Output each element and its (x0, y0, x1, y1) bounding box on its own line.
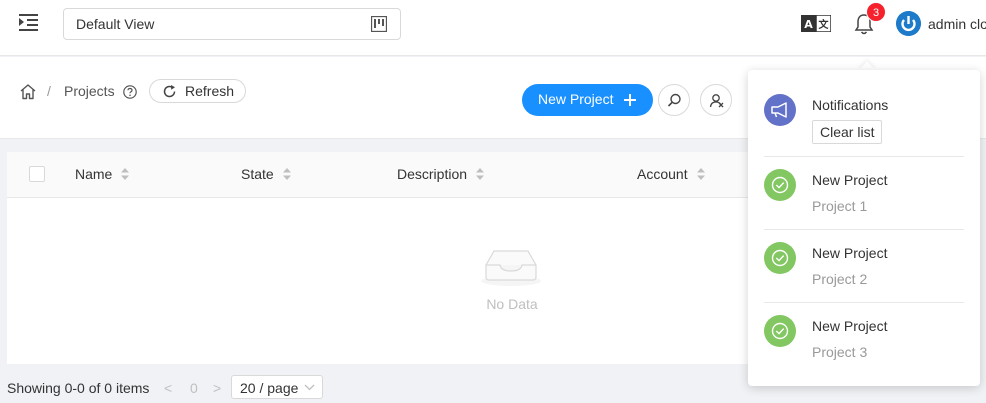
notice-icon-wrap (764, 94, 796, 126)
pagination-current-page[interactable]: 0 (190, 380, 198, 396)
check-circle-icon (764, 169, 796, 201)
pagination-prev-button[interactable]: < (164, 380, 172, 396)
translate-icon[interactable]: A 文 (801, 15, 831, 32)
breadcrumb-separator: / (47, 83, 51, 99)
new-project-button[interactable]: New Project (522, 84, 653, 116)
user-filter-button[interactable] (700, 84, 732, 116)
search-icon (667, 93, 681, 107)
notification-title: New Project (812, 318, 888, 334)
check-circle-icon (764, 242, 796, 274)
column-account-label: Account (637, 166, 688, 182)
breadcrumb-current: Projects (64, 83, 115, 99)
notification-item[interactable]: New Project Project 1 (764, 157, 964, 230)
check-circle-icon (764, 315, 796, 347)
svg-text:文: 文 (819, 18, 830, 31)
column-name-label: Name (75, 166, 113, 182)
view-select-value: Default View (76, 16, 155, 32)
sort-icon (121, 168, 130, 180)
menu-unfold-icon[interactable] (19, 13, 39, 31)
pagination: Showing 0-0 of 0 items < 0 > 20 / page (7, 375, 407, 399)
sort-icon (282, 168, 291, 180)
plus-icon (624, 94, 636, 106)
column-state-label: State (241, 166, 274, 182)
notification-title: New Project (812, 172, 888, 188)
home-icon[interactable] (19, 83, 37, 100)
notification-subtitle: Project 1 (812, 198, 868, 214)
svg-text:A: A (804, 18, 813, 31)
pagination-total: Showing 0-0 of 0 items (7, 380, 150, 396)
pagination-next-button[interactable]: > (213, 380, 221, 396)
refresh-button[interactable]: Refresh (149, 79, 246, 103)
notification-header: Notifications Clear list (764, 84, 964, 157)
reload-icon (163, 85, 176, 98)
notification-subtitle: Project 2 (812, 271, 868, 287)
megaphone-icon (771, 102, 787, 118)
notification-item[interactable]: New Project Project 3 (764, 303, 964, 376)
user-avatar[interactable] (896, 11, 921, 36)
page-size-select[interactable]: 20 / page (231, 375, 323, 399)
user-switch-icon (709, 94, 724, 108)
page-size-value: 20 / page (240, 380, 299, 396)
clear-list-button[interactable]: Clear list (812, 120, 882, 144)
notification-title: New Project (812, 245, 888, 261)
question-circle-icon[interactable] (123, 85, 137, 99)
empty-state: No Data (7, 198, 787, 364)
column-header-account[interactable]: Account (637, 166, 705, 182)
column-header-state[interactable]: State (241, 166, 291, 182)
empty-inbox-icon (481, 250, 541, 286)
user-name-clip[interactable]: admin cloud (928, 12, 986, 36)
column-description-label: Description (397, 166, 468, 182)
column-header-name[interactable]: Name (75, 166, 130, 182)
refresh-label: Refresh (185, 83, 235, 99)
notification-item[interactable]: New Project Project 2 (764, 230, 964, 303)
column-header-description[interactable]: Description (397, 166, 485, 182)
notification-count-badge: 3 (866, 2, 886, 22)
sort-icon (696, 168, 705, 180)
user-name: admin cloud (928, 16, 986, 32)
top-bar: Default View A 文 3 admin cloud (0, 0, 986, 56)
notification-popover: Notifications Clear list New Project Pro… (748, 70, 980, 386)
table-header: Name State Description Account (7, 152, 787, 198)
search-button[interactable] (658, 84, 690, 116)
notification-subtitle: Project 3 (812, 344, 868, 360)
view-select[interactable]: Default View (63, 8, 401, 40)
select-all-checkbox[interactable] (29, 166, 45, 182)
new-project-label: New Project (538, 91, 614, 107)
clear-list-label: Clear list (820, 124, 875, 140)
notifications-title: Notifications (812, 97, 889, 113)
kanban-icon (371, 16, 387, 32)
projects-table: Name State Description Account No Data (7, 152, 787, 364)
sort-icon (476, 168, 485, 180)
chevron-down-icon (304, 384, 315, 391)
